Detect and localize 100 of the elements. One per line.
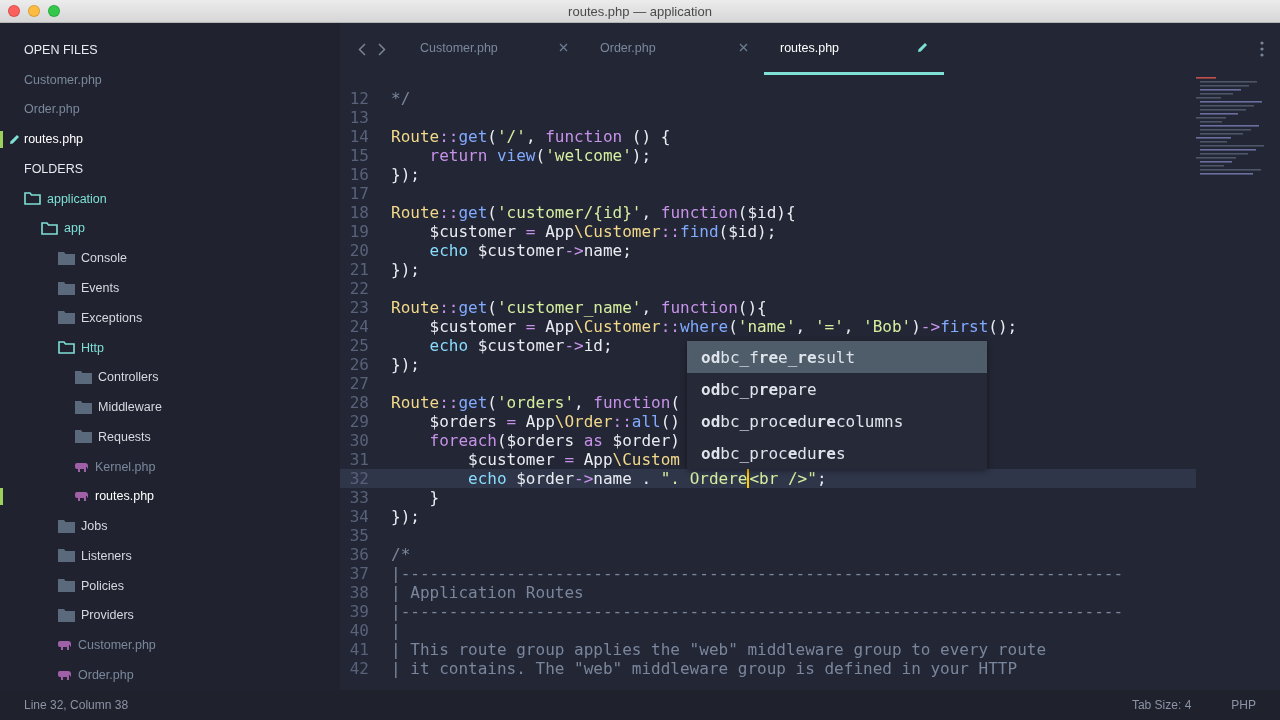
code-line: $orders = App\Order::all(): [428, 412, 680, 431]
code-line: Route::get('customer_name', function(){: [391, 298, 767, 317]
line-number: 37: [348, 564, 369, 583]
file-name[interactable]: Order.php: [78, 667, 134, 682]
folder-icon: [58, 311, 75, 325]
code-line: Route::get('orders', function(: [391, 393, 680, 412]
folder-name[interactable]: Events: [81, 281, 120, 295]
pencil-icon: [917, 42, 928, 53]
code-line: Route::get('customer/{id}', function($id){: [391, 203, 796, 222]
folder-icon: [58, 579, 75, 593]
folder-name[interactable]: Middleware: [98, 400, 162, 415]
line-number: 31: [348, 450, 369, 469]
folder-icon: [75, 370, 92, 384]
folder-icon: [58, 251, 75, 265]
code-line: $customer = App\Custom: [467, 450, 680, 469]
code-line: | This route group applies the "web" middleware group to every route: [391, 640, 1047, 659]
code-line: */: [391, 89, 411, 108]
tab[interactable]: Order.php: [584, 23, 764, 75]
window-title: routes.php — application: [568, 3, 712, 19]
file-name[interactable]: routes.php: [95, 489, 155, 504]
folder-name[interactable]: Exceptions: [81, 310, 143, 325]
suggestion[interactable]: odbc_prepare: [687, 373, 987, 405]
folder-name[interactable]: app: [64, 221, 85, 236]
line-number: 30: [348, 431, 369, 450]
line-number: 42: [348, 659, 369, 678]
file-name[interactable]: Customer.php: [78, 638, 156, 653]
tab-size[interactable]: Tab Size: 4: [1131, 698, 1192, 712]
code-line: |: [391, 621, 401, 640]
code-line: echo $customer->id;: [428, 336, 613, 355]
folder-icon: [41, 221, 58, 235]
folder-icon: [58, 608, 75, 622]
line-number: 29: [348, 412, 369, 431]
code-line: Route::get('/', function () {: [391, 127, 671, 146]
code-line: $customer = App\Customer::where('name', '=', 'Bob')->first();: [428, 317, 1018, 336]
folder-icon: [58, 519, 75, 533]
line-number: 16: [348, 165, 369, 184]
line-number: 39: [348, 602, 369, 621]
syntax-mode[interactable]: PHP: [1231, 698, 1256, 712]
code-line: | Application Routes: [391, 583, 584, 602]
line-number: 33: [348, 488, 369, 507]
suggestion[interactable]: odbc_free_result: [687, 341, 987, 373]
suggestion[interactable]: odbc_procedurecolumns: [687, 405, 987, 437]
line-number: 15: [348, 146, 369, 165]
folder-icon: [58, 549, 75, 563]
tab[interactable]: routes.php: [764, 23, 944, 75]
folder-name[interactable]: Jobs: [81, 519, 108, 534]
folder-name[interactable]: Console: [81, 251, 127, 266]
zoom-button[interactable]: [48, 5, 60, 17]
elephant-icon: [75, 461, 89, 472]
folder-name[interactable]: Controllers: [98, 370, 159, 385]
folder-icon: [24, 192, 41, 206]
line-number: 14: [348, 127, 369, 146]
line-number: 34: [348, 507, 369, 526]
folder-name[interactable]: Providers: [81, 608, 134, 623]
open-file[interactable]: Customer.php: [24, 72, 102, 87]
line-number: 36: [348, 545, 369, 564]
cursor-position: Line 32, Column 38: [24, 698, 129, 712]
code-line: echo $customer->name;: [428, 241, 632, 260]
line-number: 17: [348, 184, 369, 203]
folder-name[interactable]: application: [47, 191, 107, 206]
line-number: 41: [348, 640, 369, 659]
code-line: echo $order->name . ". Ordere<br />";: [467, 469, 827, 488]
line-number: 18: [348, 203, 369, 222]
line-number: 21: [348, 260, 369, 279]
line-number: 28: [348, 393, 369, 412]
code-line: });: [391, 507, 420, 526]
code-line: }: [428, 488, 440, 507]
line-number: 40: [348, 621, 369, 640]
tab[interactable]: Customer.php: [404, 23, 584, 75]
line-number: 26: [348, 355, 369, 374]
folder-name[interactable]: Requests: [98, 429, 151, 444]
folder-icon: [75, 430, 92, 444]
elephant-icon: [58, 669, 72, 680]
open-file[interactable]: Order.php: [24, 102, 80, 117]
file-name[interactable]: Kernel.php: [95, 459, 156, 474]
line-number: 13: [348, 108, 369, 127]
section-heading: OPEN FILES: [23, 41, 99, 59]
folder-icon: [75, 400, 92, 414]
section-heading: FOLDERS: [23, 160, 85, 178]
suggestion[interactable]: odbc_procedures: [687, 437, 987, 469]
code-line: $customer = App\Customer::find($id);: [428, 222, 777, 241]
folder-name[interactable]: Policies: [81, 578, 125, 593]
folder-name[interactable]: Http: [81, 340, 104, 355]
forward-icon[interactable]: [378, 42, 386, 56]
close-icon[interactable]: [739, 43, 748, 52]
close-button[interactable]: [8, 5, 20, 17]
line-number: 24: [348, 317, 369, 336]
line-number: 22: [348, 279, 369, 298]
more-icon[interactable]: [1260, 41, 1264, 57]
code-line: | it contains. The "web" middleware group is defined in your HTTP: [391, 659, 1018, 678]
code-line: });: [391, 260, 420, 279]
folder-icon: [58, 281, 75, 295]
back-icon[interactable]: [358, 42, 366, 56]
folder-icon: [58, 341, 75, 355]
folder-name[interactable]: Listeners: [81, 548, 132, 563]
elephant-icon: [75, 491, 89, 502]
line-number: 27: [348, 374, 369, 393]
open-file[interactable]: routes.php: [24, 132, 84, 147]
pencil-icon: [8, 133, 20, 145]
close-icon[interactable]: [559, 43, 568, 52]
